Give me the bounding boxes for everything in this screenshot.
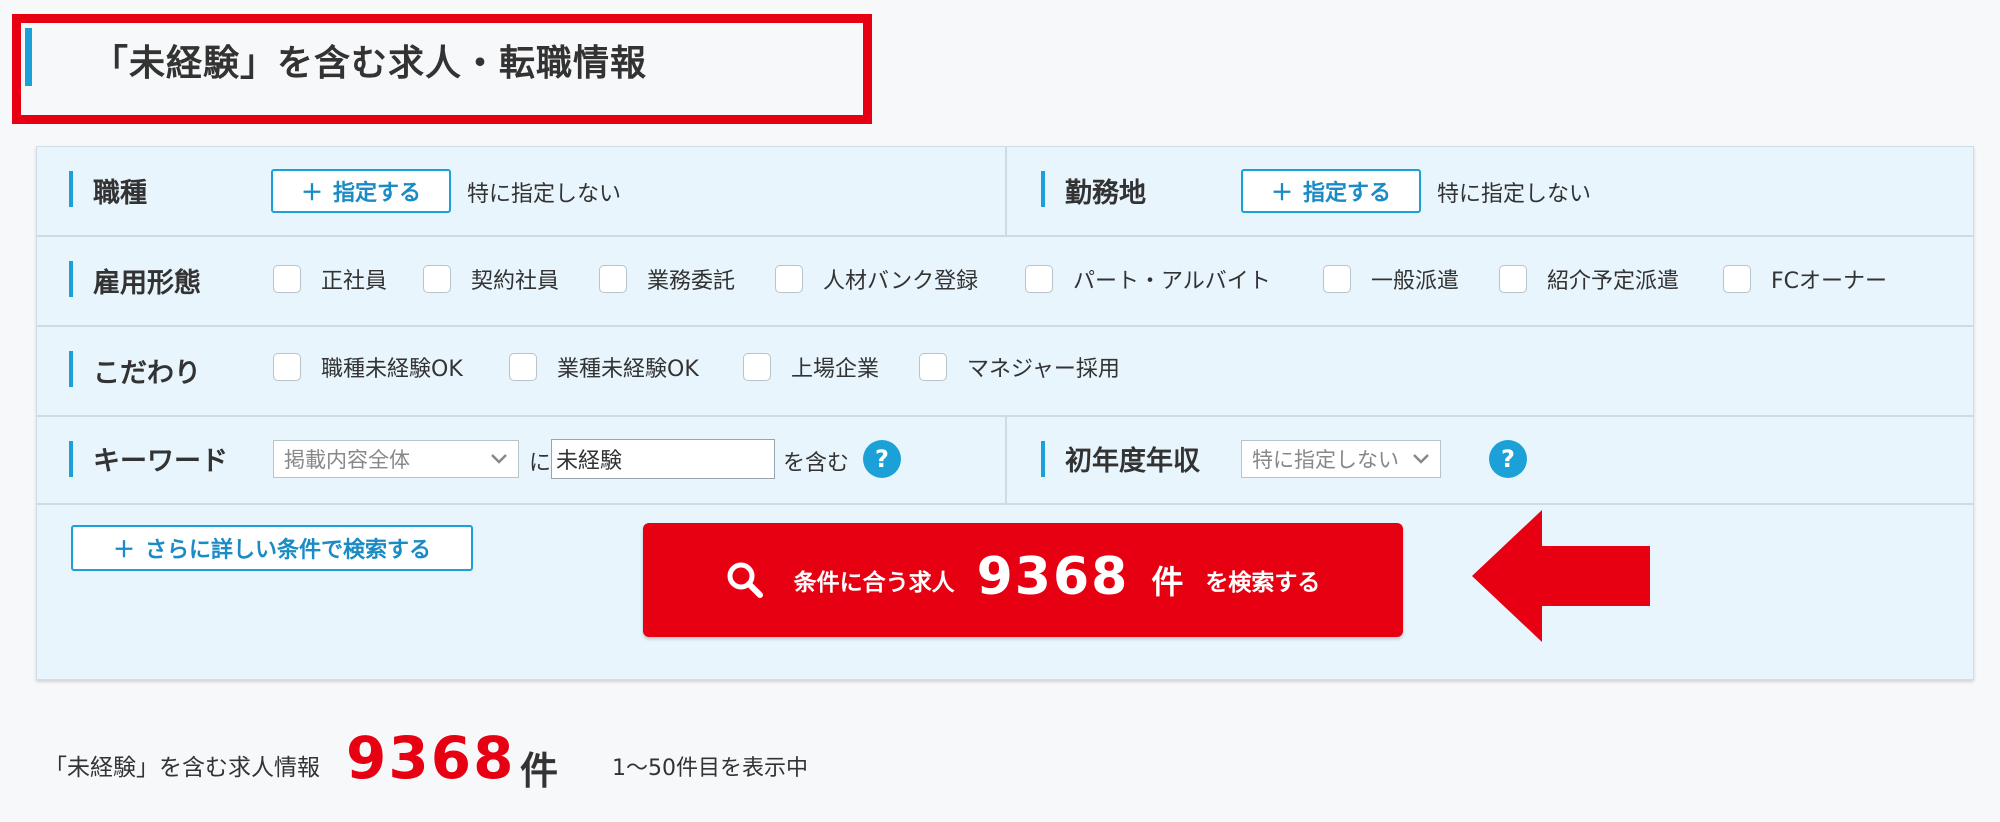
checkbox[interactable] [743,353,771,381]
more-conditions-label: さらに詳しい条件で検索する [145,538,432,563]
chevron-down-icon [1412,449,1430,470]
page-title: 「未経験」を含む求人・転職情報 [92,43,648,84]
keyword-input[interactable] [551,439,775,479]
checkbox[interactable] [1723,265,1751,293]
income-label: 初年度年収 [1065,446,1200,477]
job-type-label: 職種 [93,178,147,209]
label-accent-bar [69,171,73,207]
help-icon[interactable]: ? [1489,440,1527,478]
keyword-label: キーワード [93,446,228,477]
checkbox[interactable] [1025,265,1053,293]
income-value: 特に指定しない [1252,448,1399,472]
more-conditions-button[interactable]: ＋ さらに詳しい条件で検索する [71,525,473,571]
preference-option[interactable]: 業種未経験OK [509,351,699,383]
label-accent-bar [69,351,73,387]
keyword-scope-select[interactable]: 掲載内容全体 [273,440,519,478]
plus-icon: ＋ [300,181,323,206]
checkbox[interactable] [273,353,301,381]
checkbox[interactable] [509,353,537,381]
label-accent-bar [69,441,73,477]
checkbox[interactable] [599,265,627,293]
employment-option-label: FCオーナー [1771,269,1888,294]
chevron-down-icon [490,449,508,470]
job-type-value: 特に指定しない [467,182,622,207]
income-select[interactable]: 特に指定しない [1241,440,1441,478]
employment-option[interactable]: 契約社員 [423,263,559,295]
search-button-unit: 件 [1151,563,1184,601]
help-icon[interactable]: ? [863,440,901,478]
location-value: 特に指定しない [1437,182,1592,207]
employment-option-label: 業務委託 [647,269,736,294]
employment-option[interactable]: パート・アルバイト [1025,263,1271,295]
employment-option[interactable]: 紹介予定派遣 [1499,263,1679,295]
preference-option-label: 職種未経験OK [321,357,463,382]
preference-option-label: マネジャー採用 [967,357,1120,382]
preferences-label: こだわり [93,358,201,389]
employment-option[interactable]: FCオーナー [1723,263,1887,295]
row-divider [37,325,1973,327]
arrow-left-icon [1472,510,1650,642]
preference-option[interactable]: 職種未経験OK [273,351,463,383]
keyword-scope-value: 掲載内容全体 [284,448,410,472]
employment-label: 雇用形態 [93,268,201,299]
column-divider [1005,147,1007,235]
job-type-specify-label: 指定する [333,181,422,206]
keyword-suffix: を含む [783,451,850,476]
employment-option[interactable]: 正社員 [273,263,387,295]
checkbox[interactable] [423,265,451,293]
search-button-suffix: を検索する [1205,570,1321,596]
result-range: 1～50件目を表示中 [612,756,808,781]
job-type-specify-button[interactable]: ＋ 指定する [271,169,451,213]
row-divider [37,235,1973,237]
title-accent-bar [25,28,32,86]
search-icon [726,561,764,599]
location-label: 勤務地 [1065,178,1146,209]
search-panel: 職種 ＋ 指定する 特に指定しない 勤務地 ＋ 指定する 特に指定しない 雇用形… [36,146,1974,680]
preference-option-label: 業種未経験OK [557,357,699,382]
result-unit: 件 [520,749,559,793]
employment-option-label: 契約社員 [471,269,560,294]
search-button-count: 9368 [976,547,1130,607]
location-specify-button[interactable]: ＋ 指定する [1241,169,1421,213]
employment-option[interactable]: 業務委託 [599,263,735,295]
plus-icon: ＋ [1270,181,1293,206]
employment-option-label: パート・アルバイト [1073,269,1271,294]
checkbox[interactable] [1323,265,1351,293]
keyword-joiner: に [529,451,552,476]
preference-option[interactable]: マネジャー採用 [919,351,1120,383]
checkbox[interactable] [775,265,803,293]
employment-option-label: 人材バンク登録 [823,269,979,294]
row-divider [37,503,1973,505]
preference-option-label: 上場企業 [791,357,880,382]
employment-option-label: 紹介予定派遣 [1547,269,1680,294]
checkbox[interactable] [273,265,301,293]
column-divider [1005,415,1007,503]
location-specify-label: 指定する [1303,181,1392,206]
employment-option[interactable]: 一般派遣 [1323,263,1459,295]
search-button-prefix: 条件に合う求人 [793,570,955,596]
label-accent-bar [1041,171,1045,207]
employment-option-label: 一般派遣 [1371,269,1460,294]
result-label: 「未経験」を含む求人情報 [44,755,320,781]
preference-option[interactable]: 上場企業 [743,351,879,383]
label-accent-bar [69,261,73,297]
checkbox[interactable] [1499,265,1527,293]
result-count: 9368 [346,724,516,792]
employment-option[interactable]: 人材バンク登録 [775,263,978,295]
label-accent-bar [1041,441,1045,477]
employment-option-label: 正社員 [321,269,388,294]
checkbox[interactable] [919,353,947,381]
plus-icon: ＋ [112,538,135,563]
search-button[interactable]: 条件に合う求人 9368 件 を検索する [643,523,1403,637]
